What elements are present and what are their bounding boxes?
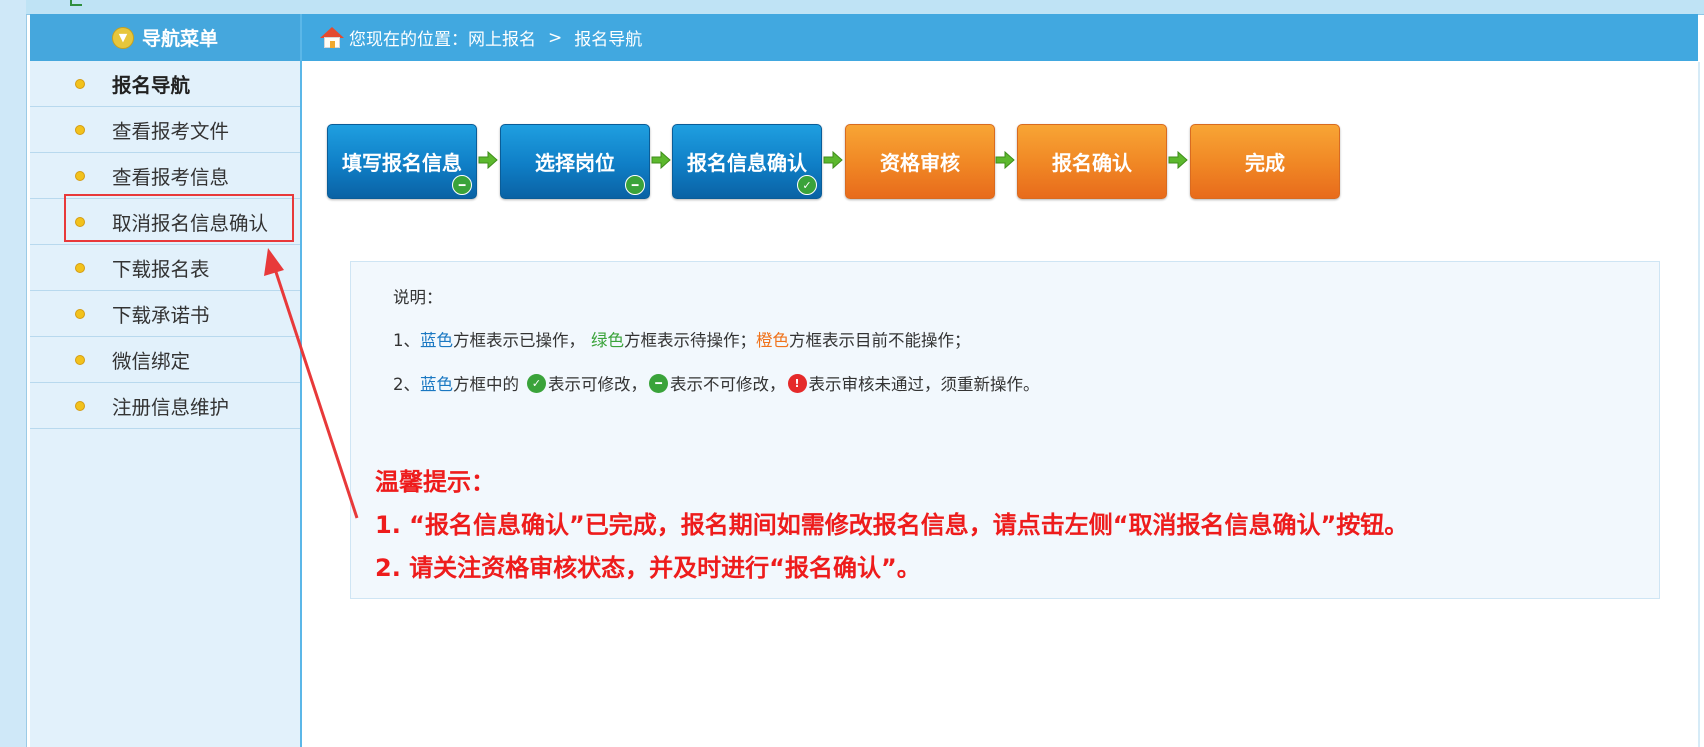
annotation-arrow	[264, 248, 359, 519]
annotation-arrow-line	[272, 265, 359, 519]
annotation-arrow-head	[264, 248, 284, 276]
